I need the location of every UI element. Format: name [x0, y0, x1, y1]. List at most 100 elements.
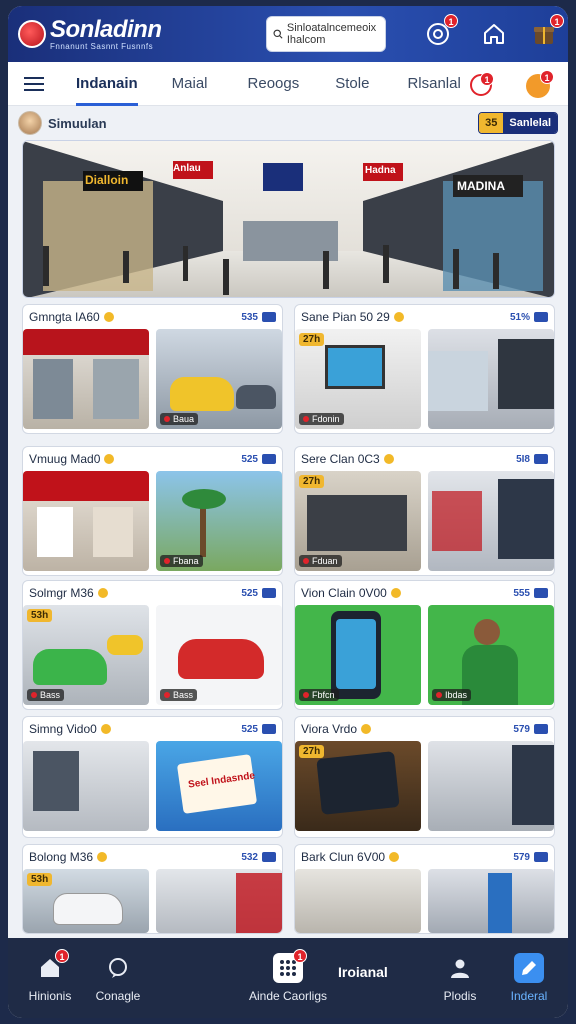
nav-home[interactable]: 1 Hinionis: [18, 938, 82, 1018]
card-count: 579: [513, 851, 530, 863]
search-box[interactable]: Sinloatalncemeoix Ihalcom: [266, 16, 386, 52]
card-title: Vion Clain 0V00: [301, 586, 387, 600]
alert-badge: 1: [480, 72, 494, 86]
palm-thumbnail[interactable]: Fbana: [156, 471, 282, 571]
coin-icon: [390, 588, 401, 598]
card-count: 555: [513, 587, 530, 599]
store-thumbnail[interactable]: [23, 471, 149, 571]
coin-icon: [361, 724, 372, 734]
car-thumbnail[interactable]: Bass: [156, 605, 282, 705]
product-card[interactable]: Vmuug Mad0 525 Fbana: [22, 446, 283, 576]
tab-home[interactable]: Indanain: [76, 62, 138, 106]
store-thumbnail[interactable]: [295, 869, 421, 933]
card-title: Solmgr M36: [29, 586, 94, 600]
product-card[interactable]: Bark Clun 6V00 579: [294, 844, 555, 934]
phone-thumbnail[interactable]: Fbfcn: [295, 605, 421, 705]
logo-tagline: Fnnanunt Sasnnt Fusnnfs: [50, 41, 154, 51]
coin-icon: [103, 312, 114, 322]
logo-text: Sonladinn: [50, 15, 162, 43]
store-thumbnail[interactable]: [428, 471, 554, 571]
nav-edit[interactable]: Inderal: [496, 938, 562, 1018]
card-title: Simng Vido0: [29, 722, 97, 736]
hero-sign-2: Anlau: [173, 163, 201, 174]
mall-hero-image: [23, 141, 554, 297]
card-count: 532: [241, 851, 258, 863]
product-card[interactable]: Gmngta IA60 535 Baua: [22, 304, 283, 434]
flag-icon: [262, 852, 276, 862]
avatar[interactable]: [18, 111, 42, 135]
store-thumbnail[interactable]: [428, 329, 554, 429]
hero-banner[interactable]: Dialloin Anlau Hadna MADINA: [22, 140, 555, 298]
card-count: 525: [241, 587, 258, 599]
product-card[interactable]: Viora Vrdo 579 27h: [294, 716, 555, 838]
flag-icon: [262, 312, 276, 322]
flag-icon: [262, 454, 276, 464]
product-card[interactable]: Solmgr M36 525 53h Bass Bass: [22, 580, 283, 710]
thumb-tag: Fdonin: [312, 414, 340, 424]
nav-categories-badge: 1: [293, 949, 307, 963]
flag-icon: [262, 588, 276, 598]
search-input[interactable]: Sinloatalncemeoix Ihalcom: [287, 22, 379, 46]
tab-special[interactable]: Rlsanlal: [407, 62, 460, 106]
flag-icon: [534, 724, 548, 734]
product-card[interactable]: Sere Clan 0C3 5I8 27h Fduan: [294, 446, 555, 576]
car-thumbnail[interactable]: Baua: [156, 329, 282, 429]
coin-icon: [389, 852, 400, 862]
tab-mall[interactable]: Maial: [172, 62, 208, 106]
card-title: Bark Clun 6V00: [301, 850, 386, 864]
thumb-tag: Bass: [40, 690, 61, 700]
nav-chat[interactable]: Conagle: [78, 938, 158, 1018]
store-thumbnail[interactable]: [156, 869, 282, 933]
bottom-nav: 1 Hinionis Conagle 1 Ainde Caorligs Iroi…: [8, 938, 568, 1018]
app-frame: Sonladinn Fnnanunt Sasnnt Fusnnfs Sinloa…: [8, 6, 568, 1018]
store-thumbnail[interactable]: [428, 741, 554, 831]
card-count: 525: [241, 723, 258, 735]
coin-icon: [97, 852, 108, 862]
car-thumbnail[interactable]: 53h Bass: [23, 605, 149, 705]
coin-icon: [393, 312, 404, 322]
menu-button[interactable]: [8, 62, 60, 106]
home-button[interactable]: [478, 18, 510, 50]
product-card[interactable]: Vion Clain 0V00 555 Fbfcn Ibdas: [294, 580, 555, 710]
card-title: Bolong M36: [29, 850, 94, 864]
display-thumbnail[interactable]: 27h Fdonin: [295, 329, 421, 429]
logo-mark-icon: [18, 20, 46, 48]
car-thumbnail[interactable]: 53h: [23, 869, 149, 933]
tablet-thumbnail[interactable]: 27h: [295, 741, 421, 831]
brand-logo[interactable]: Sonladinn Fnnanunt Sasnnt Fusnnfs: [18, 15, 268, 51]
tab-reviews[interactable]: Reoogs: [248, 62, 300, 106]
coin-button[interactable]: 1: [526, 70, 554, 98]
account-name: Simuulan: [48, 115, 107, 131]
store-thumbnail[interactable]: [428, 869, 554, 933]
flag-icon: [534, 454, 548, 464]
points-pill[interactable]: 35 Sanlelal: [478, 112, 558, 134]
thumb-tag: Baua: [173, 414, 195, 424]
store-thumbnail[interactable]: [23, 741, 149, 831]
tab-store[interactable]: Stole: [335, 62, 369, 106]
store-thumbnail[interactable]: 27h Fduan: [295, 471, 421, 571]
nav-profile[interactable]: Plodis: [428, 938, 492, 1018]
nav-center-title: Iroianal: [338, 964, 388, 980]
coin-icon: [383, 454, 394, 464]
store-thumbnail[interactable]: [23, 329, 149, 429]
nav-categories[interactable]: 1 Ainde Caorligs: [238, 938, 338, 1018]
card-title: Sere Clan 0C3: [301, 452, 380, 466]
gift-button[interactable]: 1: [528, 14, 564, 50]
thumb-tag: Fbana: [173, 556, 199, 566]
product-card[interactable]: Bolong M36 532 53h: [22, 844, 283, 934]
person-thumbnail[interactable]: Ibdas: [428, 605, 554, 705]
promo-thumbnail[interactable]: Seel Indasnde: [156, 741, 282, 831]
nav-home-label: Hinionis: [28, 989, 72, 1003]
card-title: Gmngta IA60: [29, 310, 100, 324]
thumb-tag: Fbfcn: [312, 690, 335, 700]
alert-button[interactable]: 1: [470, 72, 494, 96]
product-card[interactable]: Sane Pian 50 29 51% 27h Fdonin: [294, 304, 555, 434]
thumb-tag: Bass: [173, 690, 194, 700]
product-card[interactable]: Simng Vido0 525 Seel Indasnde: [22, 716, 283, 838]
gift-badge: 1: [550, 14, 564, 28]
price-chip: 27h: [299, 745, 325, 758]
compass-button[interactable]: 1: [422, 14, 458, 50]
price-chip: 27h: [299, 333, 325, 346]
card-count: 5I8: [516, 453, 530, 465]
nav-categories-label: Ainde Caorligs: [248, 989, 328, 1003]
